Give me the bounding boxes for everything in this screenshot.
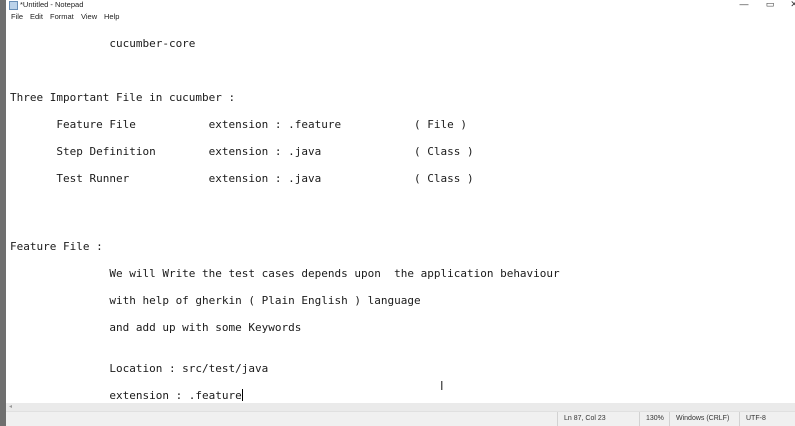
text-editor[interactable]: cucumber-core Three Important File in cu… (6, 23, 795, 403)
menu-file[interactable]: File (11, 12, 23, 22)
status-line-ending: Windows (CRLF) (669, 412, 739, 426)
menu-format[interactable]: Format (50, 12, 74, 22)
status-bar: Ln 87, Col 23 130% Windows (CRLF) UTF-8 (6, 411, 795, 426)
editor-line: Step Definition extension : .java ( Clas… (10, 145, 474, 158)
menu-bar: File Edit Format View Help (6, 11, 795, 23)
text-caret (241, 389, 243, 401)
editor-line-text: extension : .feature (10, 389, 242, 402)
editor-line: Test Runner extension : .java ( Class ) (10, 172, 474, 185)
ibeam-cursor-icon: I (440, 379, 444, 393)
title-bar[interactable]: *Untitled - Notepad — ▭ ✕ (6, 0, 795, 11)
notepad-icon (9, 1, 18, 10)
menu-help[interactable]: Help (104, 12, 119, 22)
horizontal-scrollbar[interactable]: ◂ (6, 403, 795, 411)
minimize-button[interactable]: — (732, 0, 756, 10)
editor-line: Feature File : (10, 240, 103, 253)
editor-line: Location : src/test/java (10, 362, 269, 375)
scroll-left-arrow-icon[interactable]: ◂ (9, 403, 12, 411)
editor-line: Three Important File in cucumber : (10, 91, 236, 104)
editor-line: cucumber-core (10, 37, 196, 50)
menu-edit[interactable]: Edit (30, 12, 43, 22)
status-cursor-position: Ln 87, Col 23 (557, 412, 639, 426)
editor-line: and add up with some Keywords (10, 321, 302, 334)
editor-line: We will Write the test cases depends upo… (10, 267, 560, 280)
menu-view[interactable]: View (81, 12, 97, 22)
window-title: *Untitled - Notepad (20, 0, 84, 9)
editor-line: Feature File extension : .feature ( File… (10, 118, 467, 131)
editor-line-current: extension : .feature (10, 389, 243, 403)
maximize-button[interactable]: ▭ (758, 0, 782, 10)
close-button[interactable]: ✕ (782, 0, 795, 10)
status-zoom: 130% (639, 412, 669, 426)
editor-line: with help of gherkin ( Plain English ) l… (10, 294, 421, 307)
status-encoding: UTF-8 (739, 412, 795, 426)
